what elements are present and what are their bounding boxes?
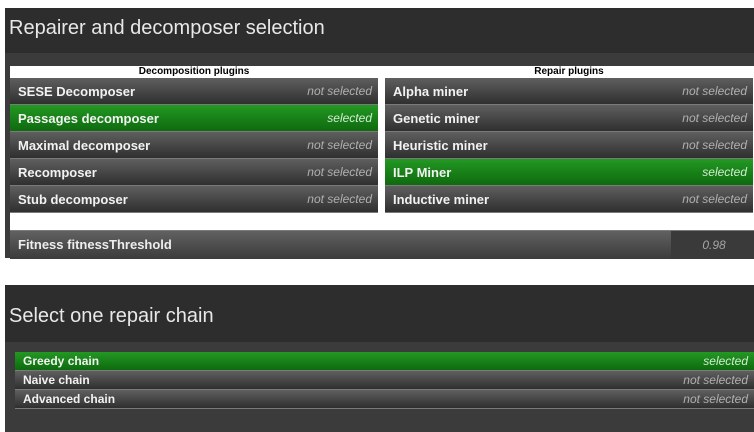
plugin-inductive-miner[interactable]: Inductive miner not selected [385, 186, 753, 213]
panel-title: Repairer and decomposer selection [5, 8, 754, 53]
plugin-label: Recomposer [18, 165, 97, 180]
plugin-alpha-miner[interactable]: Alpha miner not selected [385, 78, 753, 105]
plugin-stub-decomposer[interactable]: Stub decomposer not selected [10, 186, 378, 213]
plugin-status: not selected [682, 192, 747, 206]
repair-plugins-header: Repair plugins [385, 66, 753, 78]
panel-title: Select one repair chain [5, 285, 754, 342]
plugin-label: Genetic miner [393, 111, 480, 126]
plugin-label: Stub decomposer [18, 192, 128, 207]
chain-status: not selected [683, 373, 748, 387]
plugin-table: Decomposition plugins SESE Decomposer no… [10, 66, 754, 230]
decomposition-plugins-header: Decomposition plugins [10, 66, 378, 78]
plugin-status: not selected [307, 165, 372, 179]
plugin-genetic-miner[interactable]: Genetic miner not selected [385, 105, 753, 132]
plugin-label: Alpha miner [393, 84, 469, 99]
repair-chain-list: Greedy chain selected Naive chain not se… [15, 352, 754, 409]
plugin-recomposer[interactable]: Recomposer not selected [10, 159, 378, 186]
plugin-status: not selected [682, 138, 747, 152]
decomposition-panel: Repairer and decomposer selection Decomp… [5, 8, 754, 259]
plugin-label: SESE Decomposer [18, 84, 136, 99]
chain-naive[interactable]: Naive chain not selected [15, 371, 754, 390]
plugin-sese-decomposer[interactable]: SESE Decomposer not selected [10, 78, 378, 105]
plugin-status: not selected [307, 84, 372, 98]
repair-plugins-column: Repair plugins Alpha miner not selected … [385, 66, 753, 213]
plugin-passages-decomposer[interactable]: Passages decomposer selected [10, 105, 378, 132]
chain-label: Naive chain [23, 373, 90, 387]
repair-chain-panel: Select one repair chain Greedy chain sel… [5, 285, 754, 432]
decomposition-plugins-column: Decomposition plugins SESE Decomposer no… [10, 66, 378, 213]
chain-status: not selected [683, 392, 748, 406]
chain-greedy[interactable]: Greedy chain selected [15, 352, 754, 371]
plugin-status: selected [702, 165, 747, 179]
plugin-label: Heuristic miner [393, 138, 488, 153]
plugin-status: not selected [682, 111, 747, 125]
fitness-threshold-input[interactable]: 0.98 [671, 231, 754, 259]
plugin-status: not selected [307, 192, 372, 206]
plugin-label: Inductive miner [393, 192, 490, 207]
plugin-heuristic-miner[interactable]: Heuristic miner not selected [385, 132, 753, 159]
plugin-status: not selected [307, 138, 372, 152]
fitness-threshold-label: Fitness fitnessThreshold [18, 237, 172, 252]
plugin-label: ILP Miner [393, 165, 452, 180]
chain-advanced[interactable]: Advanced chain not selected [15, 390, 754, 409]
plugin-label: Passages decomposer [18, 111, 159, 126]
plugin-ilp-miner[interactable]: ILP Miner selected [385, 159, 753, 186]
chain-status: selected [703, 354, 748, 368]
plugin-label: Maximal decomposer [18, 138, 151, 153]
plugin-maximal-decomposer[interactable]: Maximal decomposer not selected [10, 132, 378, 159]
fitness-threshold-row: Fitness fitnessThreshold 0.98 [10, 230, 754, 259]
plugin-status: selected [327, 111, 372, 125]
plugin-status: not selected [682, 84, 747, 98]
chain-label: Greedy chain [23, 354, 100, 368]
chain-label: Advanced chain [23, 392, 116, 406]
